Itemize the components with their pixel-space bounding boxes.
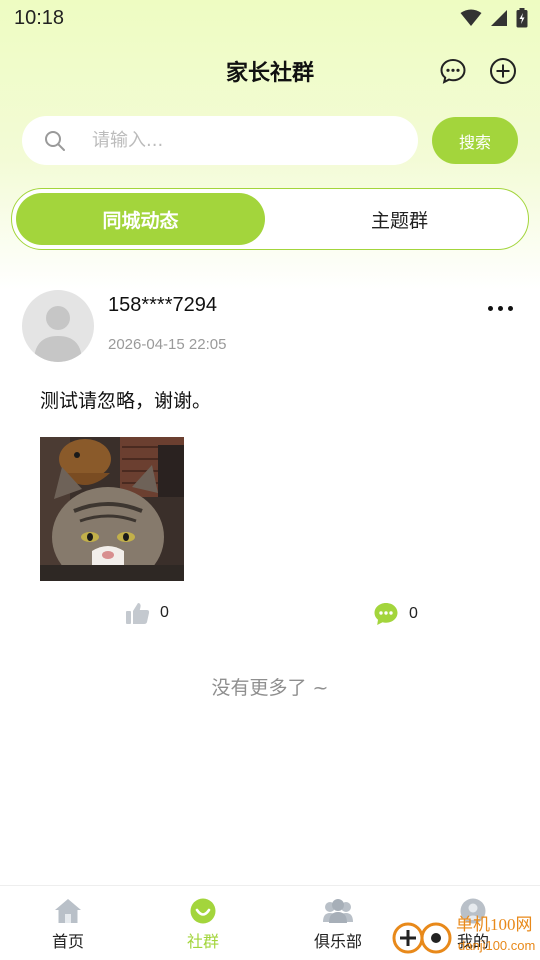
search-input[interactable]: [92, 130, 372, 151]
dot: [507, 305, 513, 311]
post-timestamp: 2026-04-15 22:05: [108, 336, 227, 353]
add-button[interactable]: [488, 56, 518, 86]
feed-tabs: 同城动态 主题群: [11, 188, 529, 250]
nav-item-community[interactable]: 社群: [153, 898, 253, 954]
dot: [497, 305, 503, 311]
community-icon: [190, 898, 216, 924]
comment-bubble-icon: [374, 603, 398, 625]
nav-label-community: 社群: [186, 932, 219, 951]
club-icon: [323, 899, 353, 923]
status-bar: 10:18: [0, 0, 540, 36]
status-icons: [460, 8, 528, 28]
profile-icon: [460, 898, 486, 924]
page-title: 家长社群: [225, 61, 314, 86]
nav-item-club[interactable]: 俱乐部: [288, 898, 388, 954]
post-username[interactable]: 158****7294: [108, 294, 217, 317]
search-bar: 搜索: [22, 116, 518, 165]
home-icon: [55, 899, 81, 923]
bottom-nav: 首页 社群 俱乐部 我的: [0, 885, 540, 960]
plus-circle-icon: [490, 58, 516, 84]
tab-local-feed[interactable]: 同城动态: [16, 193, 265, 245]
wifi-icon: [460, 9, 482, 26]
comment-button[interactable]: 0: [373, 602, 418, 626]
nav-label-club: 俱乐部: [313, 932, 362, 951]
like-count: 0: [160, 604, 169, 621]
feed-end-text: 没有更多了 ~: [211, 677, 329, 699]
message-button[interactable]: [438, 56, 468, 86]
signal-icon: [491, 10, 507, 26]
nav-label-home: 首页: [51, 932, 84, 951]
status-time: 10:18: [14, 6, 65, 29]
search-box[interactable]: [22, 116, 418, 165]
post-text: 测试请忽略，谢谢。: [40, 390, 212, 412]
nav-item-home[interactable]: 首页: [18, 898, 118, 954]
avatar[interactable]: [22, 290, 94, 362]
battery-icon: [516, 8, 528, 28]
cat-photo-icon: [40, 437, 184, 581]
comment-count: 0: [409, 605, 418, 622]
search-button[interactable]: 搜索: [432, 117, 518, 164]
like-button[interactable]: 0: [126, 602, 169, 624]
app-header: 家长社群: [0, 44, 540, 98]
nav-label-profile: 我的: [456, 932, 489, 951]
chat-icon: [440, 58, 466, 84]
tab-topic-groups[interactable]: 主题群: [275, 193, 524, 245]
nav-item-profile[interactable]: 我的: [423, 898, 523, 954]
default-avatar-icon: [34, 306, 82, 362]
search-icon: [45, 130, 65, 151]
post-image[interactable]: [40, 437, 184, 581]
dot: [487, 305, 493, 311]
thumbs-up-icon: [126, 603, 150, 624]
more-options-button[interactable]: [480, 300, 520, 316]
